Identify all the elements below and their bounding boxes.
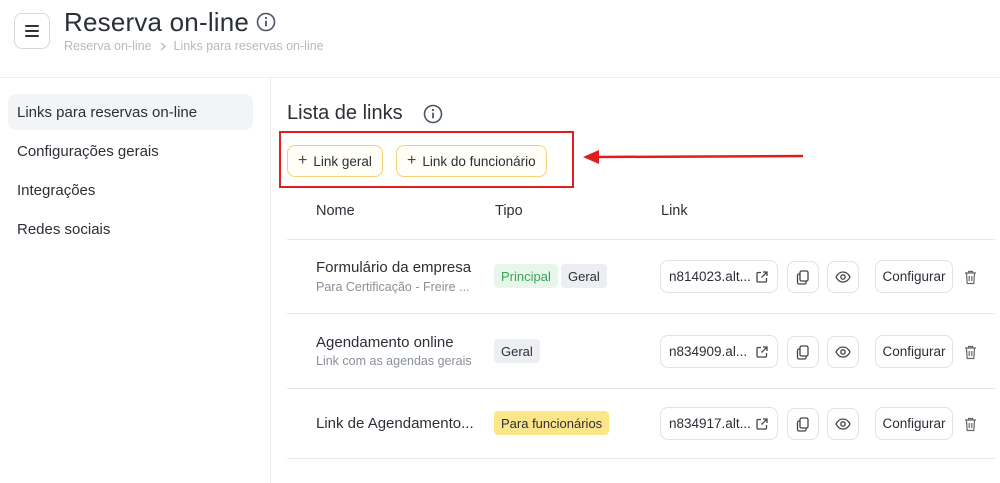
row-divider	[287, 239, 995, 240]
column-header-nome: Nome	[316, 203, 355, 219]
copy-icon	[796, 344, 809, 360]
copy-button[interactable]	[787, 336, 819, 368]
preview-button[interactable]	[827, 408, 859, 440]
plus-icon: +	[298, 152, 308, 169]
top-bar: Reserva on-line Reserva on-line Links pa…	[0, 0, 1000, 78]
sidebar-item-redes-sociais[interactable]: Redes sociais	[8, 211, 253, 247]
add-link-geral-button[interactable]: + Link geral	[287, 145, 383, 177]
eye-icon	[835, 271, 851, 283]
link-text: n814023.alt...	[669, 269, 751, 284]
badge-para-funcionarios: Para funcionários	[494, 411, 610, 435]
row-divider	[287, 458, 995, 459]
info-icon[interactable]	[423, 104, 443, 129]
row-divider	[287, 313, 995, 314]
preview-button[interactable]	[827, 336, 859, 368]
link-field[interactable]: n814023.alt...	[660, 260, 778, 293]
configure-button[interactable]: Configurar	[875, 260, 953, 293]
preview-button[interactable]	[827, 261, 859, 293]
column-header-tipo: Tipo	[495, 203, 523, 219]
trash-icon[interactable]	[962, 415, 978, 433]
external-link-icon[interactable]	[755, 417, 769, 431]
sidebar-item-links[interactable]: Links para reservas on-line	[8, 94, 253, 130]
row-divider	[287, 388, 995, 389]
menu-button[interactable]	[14, 13, 50, 49]
sidebar-item-integracoes[interactable]: Integrações	[8, 172, 253, 208]
info-icon[interactable]	[256, 12, 276, 37]
row-name: Agendamento online	[316, 334, 454, 351]
breadcrumb: Reserva on-line Links para reservas on-l…	[64, 39, 324, 53]
copy-icon	[796, 269, 809, 285]
section-title: Lista de links	[287, 102, 403, 124]
copy-icon	[796, 416, 809, 432]
eye-icon	[835, 418, 851, 430]
badge-geral: Geral	[561, 264, 607, 288]
configure-button[interactable]: Configurar	[875, 335, 953, 368]
eye-icon	[835, 346, 851, 358]
add-link-funcionario-button[interactable]: + Link do funcionário	[396, 145, 547, 177]
sidebar-item-configuracoes[interactable]: Configurações gerais	[8, 133, 253, 169]
plus-icon: +	[407, 152, 417, 169]
trash-icon[interactable]	[962, 343, 978, 361]
chevron-right-icon	[160, 41, 166, 51]
configure-button[interactable]: Configurar	[875, 407, 953, 440]
badge-principal: Principal	[494, 264, 558, 288]
external-link-icon[interactable]	[755, 270, 769, 284]
breadcrumb-item-reserva[interactable]: Reserva on-line	[64, 39, 152, 53]
trash-icon[interactable]	[962, 268, 978, 286]
add-link-funcionario-label: Link do funcionário	[422, 153, 536, 169]
row-subtitle: Link com as agendas gerais	[316, 354, 472, 368]
link-field[interactable]: n834909.al...	[660, 335, 778, 368]
sidebar: Links para reservas on-line Configuraçõe…	[0, 78, 271, 483]
add-link-geral-label: Link geral	[313, 153, 372, 169]
row-subtitle: Para Certificação - Freire ...	[316, 280, 470, 294]
breadcrumb-item-links: Links para reservas on-line	[173, 39, 324, 53]
row-name: Formulário da empresa	[316, 259, 472, 276]
external-link-icon[interactable]	[755, 345, 769, 359]
hamburger-icon	[25, 25, 39, 37]
link-text: n834909.al...	[669, 344, 748, 359]
column-header-link: Link	[661, 203, 688, 219]
arrow-left-icon	[583, 150, 804, 164]
link-text: n834917.alt...	[669, 416, 751, 431]
page-title: Reserva on-line	[64, 7, 250, 37]
badge-geral: Geral	[494, 339, 540, 363]
link-field[interactable]: n834917.alt...	[660, 407, 778, 440]
copy-button[interactable]	[787, 408, 819, 440]
copy-button[interactable]	[787, 261, 819, 293]
row-name: Link de Agendamento...	[316, 415, 474, 432]
